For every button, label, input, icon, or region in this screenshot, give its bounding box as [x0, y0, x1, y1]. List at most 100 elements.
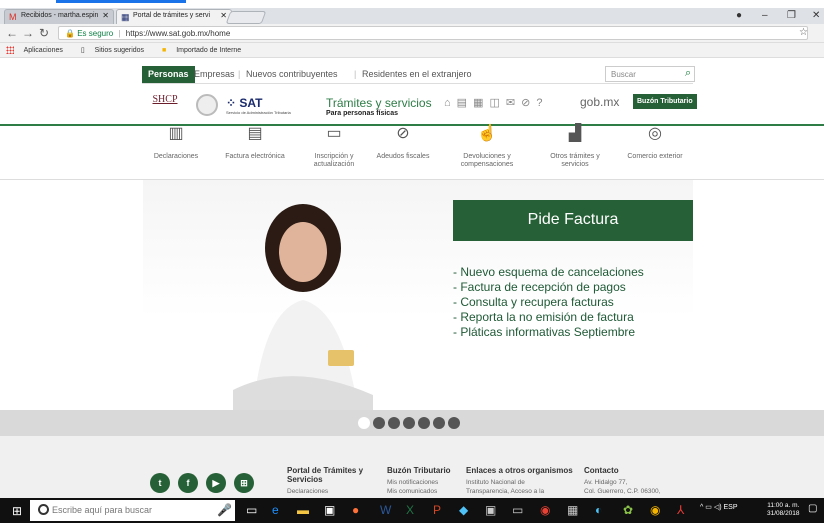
- lock-icon: 🔒: [65, 29, 75, 38]
- list-item[interactable]: - Nuevo esquema de cancelaciones: [453, 265, 644, 280]
- list-item[interactable]: - Factura de recepción de pagos: [453, 280, 644, 295]
- new-tab-button[interactable]: [225, 11, 267, 24]
- list-item[interactable]: - Consulta y recupera facturas: [453, 295, 644, 310]
- carousel-dot[interactable]: [373, 417, 385, 429]
- chrome-icon[interactable]: ◉: [540, 503, 550, 517]
- excel-icon[interactable]: X: [406, 503, 414, 517]
- powerpoint-icon[interactable]: P: [433, 503, 441, 517]
- volume-icon[interactable]: ◁): [714, 504, 722, 511]
- service-inscripcion[interactable]: ▭ Inscripción y actualización: [299, 126, 369, 169]
- gobmx-logo[interactable]: gob.mx: [580, 95, 619, 109]
- hero-banner[interactable]: Pide Factura - Nuevo esquema de cancelac…: [143, 180, 693, 410]
- search-icon[interactable]: ⌕: [685, 67, 691, 80]
- sitemap-icon[interactable]: ⊞: [234, 473, 254, 493]
- service-declaraciones[interactable]: ▥ Declaraciones: [141, 126, 211, 161]
- chart-icon: ▟: [568, 125, 582, 142]
- browser-tab-sat[interactable]: ▦ Portal de trámites y servi ✕: [116, 9, 232, 24]
- notifications-icon[interactable]: ▢: [808, 503, 817, 514]
- tab-personas[interactable]: Personas: [142, 66, 195, 83]
- carousel-dot[interactable]: [418, 417, 430, 429]
- carousel-dot[interactable]: [403, 417, 415, 429]
- tab-empresas[interactable]: Empresas: [194, 69, 235, 79]
- forward-icon[interactable]: →: [22, 26, 34, 40]
- file-explorer-icon[interactable]: ▬: [297, 503, 309, 517]
- microphone-icon[interactable]: 🎤: [217, 503, 232, 517]
- clock[interactable]: 11:00 a. m. 31/08/2018: [767, 502, 800, 518]
- close-tab-icon[interactable]: ✕: [220, 11, 227, 20]
- buzon-tributario-button[interactable]: Buzón Tributario: [633, 94, 697, 109]
- tab-label: Portal de trámites y servi: [133, 12, 211, 19]
- twitter-icon[interactable]: t: [150, 473, 170, 493]
- list-item[interactable]: - Pláticas informativas Septiembre: [453, 325, 644, 340]
- list-item[interactable]: - Reporta la no emisión de factura: [453, 310, 644, 325]
- acrobat-icon[interactable]: ⅄: [677, 503, 684, 517]
- calculator-icon[interactable]: ▦: [567, 503, 578, 517]
- footer-link[interactable]: Mis comunicados: [387, 487, 462, 496]
- window-icon[interactable]: ▭: [512, 503, 523, 517]
- id-card-icon[interactable]: ▤: [457, 97, 473, 109]
- calendar-icon[interactable]: ▦: [473, 97, 489, 109]
- sat-favicon: ▦: [121, 12, 130, 22]
- service-comercio[interactable]: ◎ Comercio exterior: [620, 126, 690, 161]
- mail-icon[interactable]: ✉: [506, 97, 521, 109]
- paint-icon[interactable]: ✿: [623, 503, 633, 517]
- shcp-logo[interactable]: SHCP: [146, 94, 184, 116]
- app-icon[interactable]: ◆: [459, 503, 468, 517]
- bookmark-imported[interactable]: ■ Importado de Interne: [162, 47, 249, 54]
- search-input[interactable]: Buscar: [605, 66, 695, 82]
- bookmark-star-icon[interactable]: ☆: [799, 27, 808, 38]
- service-adeudos[interactable]: ⊘ Adeudos fiscales: [368, 126, 438, 161]
- service-otros[interactable]: ▟ Otros trámites y servicios: [540, 125, 610, 169]
- close-tab-icon[interactable]: ✕: [102, 11, 109, 20]
- task-view-icon[interactable]: ▭: [246, 503, 257, 517]
- help-icon[interactable]: ?: [536, 97, 548, 109]
- chevron-up-icon[interactable]: ^: [700, 504, 703, 511]
- footer-link[interactable]: Transparencia, Acceso a la: [466, 487, 576, 496]
- service-devoluciones[interactable]: ☝ Devoluciones y compensaciones: [452, 126, 522, 169]
- bookmark-suggested[interactable]: ▯ Sitios sugeridos: [81, 47, 152, 54]
- minimize-icon[interactable]: –: [762, 10, 768, 21]
- sat-logo[interactable]: ⁘ SAT Servicio de Administración Tributa…: [226, 96, 291, 115]
- close-window-icon[interactable]: ✕: [812, 10, 820, 21]
- seal-logo: [196, 94, 218, 116]
- tab-nuevos-contribuyentes[interactable]: Nuevos contribuyentes: [246, 69, 338, 79]
- footer-link[interactable]: Declaraciones: [287, 487, 367, 496]
- carousel-dot[interactable]: [433, 417, 445, 429]
- windows-start-icon[interactable]: ⊞: [12, 504, 22, 518]
- home-icon[interactable]: ⌂: [444, 97, 457, 109]
- word-icon[interactable]: W: [380, 503, 391, 517]
- footer-link[interactable]: Instituto Nacional de: [466, 478, 576, 487]
- book-icon[interactable]: ◫: [489, 97, 505, 109]
- app-icon[interactable]: ◐: [595, 503, 602, 517]
- url-input[interactable]: 🔒 Es seguro | https://www.sat.gob.mx/hom…: [58, 26, 808, 40]
- system-tray[interactable]: ^ ▭ ◁) ESP: [700, 503, 738, 511]
- folder-icon: ■: [162, 47, 167, 54]
- terminal-icon[interactable]: ▣: [485, 503, 496, 517]
- maximize-icon[interactable]: ❐: [787, 10, 796, 21]
- language-label[interactable]: ESP: [724, 504, 738, 511]
- taskbar-search-input[interactable]: Escribe aquí para buscar: [30, 500, 235, 521]
- network-icon[interactable]: ▭: [705, 504, 712, 511]
- promo-list: - Nuevo esquema de cancelaciones - Factu…: [453, 265, 644, 340]
- carousel-dot[interactable]: [358, 417, 370, 429]
- edge-icon[interactable]: e: [272, 503, 279, 517]
- secure-label: Es seguro: [77, 29, 114, 38]
- tab-bar: M Recibidos - martha.espin ✕ ▦ Portal de…: [0, 8, 824, 24]
- bookmark-apps[interactable]: Aplicaciones: [6, 46, 71, 55]
- reload-icon[interactable]: ↻: [39, 26, 49, 40]
- facebook-icon[interactable]: f: [178, 473, 198, 493]
- store-icon[interactable]: ▣: [324, 503, 335, 517]
- tab-residentes-extranjero[interactable]: Residentes en el extranjero: [362, 69, 472, 79]
- carousel-dot[interactable]: [448, 417, 460, 429]
- carousel-dot[interactable]: [388, 417, 400, 429]
- chrome-canary-icon[interactable]: ◉: [650, 503, 660, 517]
- footer-link[interactable]: Mis notificaciones: [387, 478, 462, 487]
- browser-tab-gmail[interactable]: M Recibidos - martha.espin ✕: [4, 9, 114, 24]
- footer-col-portal: Portal de Trámites y Servicios Declaraci…: [287, 466, 367, 496]
- compass-icon[interactable]: ⊘: [521, 97, 536, 109]
- firefox-icon[interactable]: ●: [352, 503, 359, 517]
- back-icon[interactable]: ←: [6, 26, 18, 40]
- service-factura[interactable]: ▤ Factura electrónica: [220, 126, 290, 161]
- youtube-icon[interactable]: ▶: [206, 473, 226, 493]
- profile-icon[interactable]: ●: [736, 10, 742, 21]
